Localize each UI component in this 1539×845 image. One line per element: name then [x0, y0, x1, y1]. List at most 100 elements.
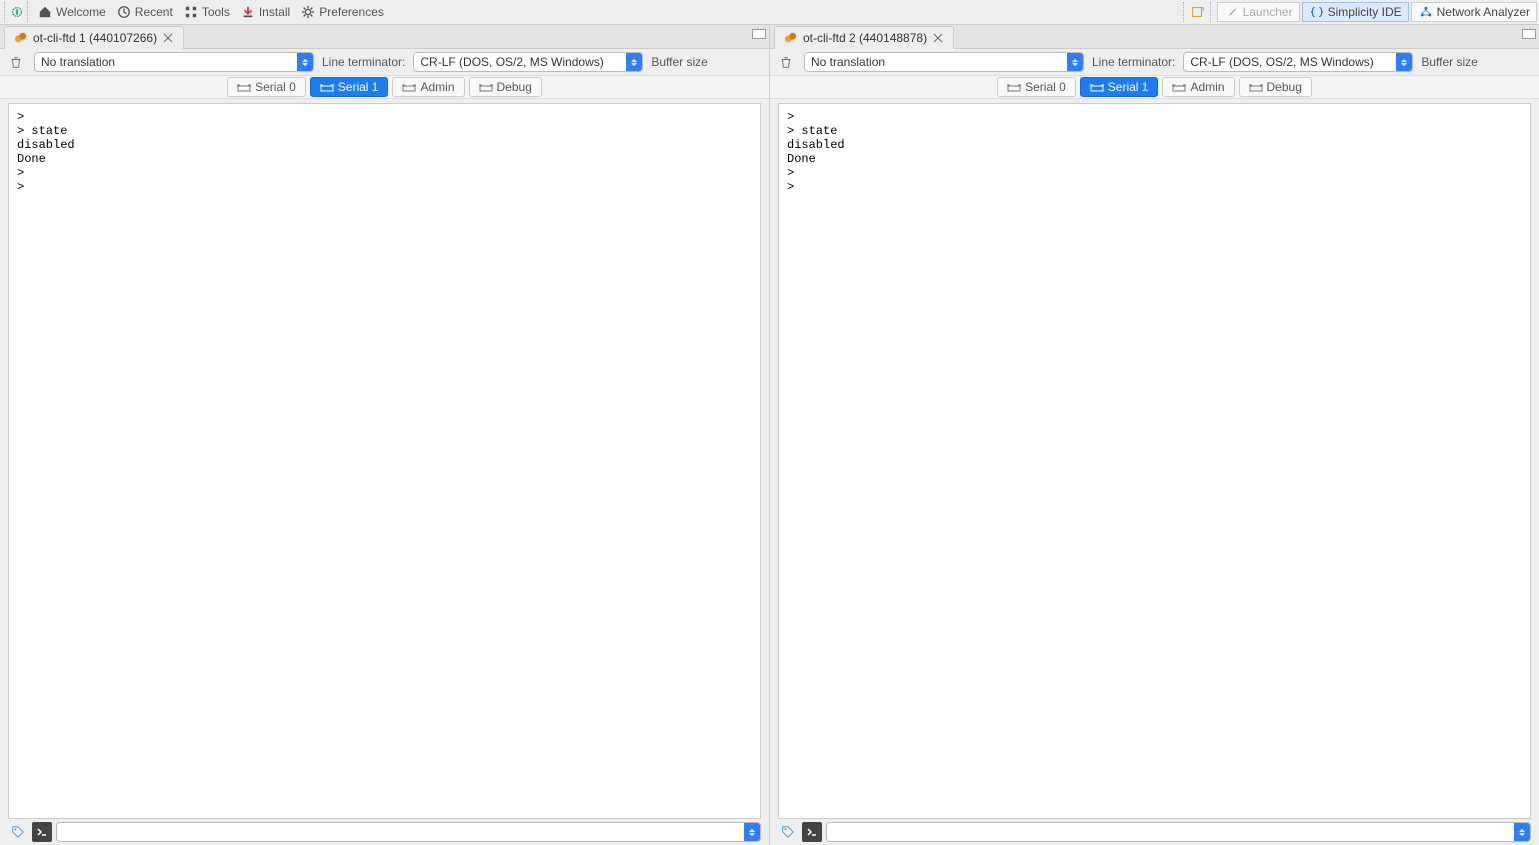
view-tab-bar: ot-cli-ftd 1 (440107266)	[0, 25, 769, 49]
command-input[interactable]	[826, 822, 1531, 842]
toolbar-separator	[4, 2, 7, 22]
options-row: No translation Line terminator: CR-LF (D…	[770, 49, 1539, 75]
tab-label: Serial 1	[1108, 80, 1149, 94]
launcher-perspective[interactable]: Launcher	[1217, 2, 1300, 22]
install-button[interactable]: Install	[235, 2, 295, 22]
tab-serial-0[interactable]: Serial 0	[997, 77, 1076, 97]
tab-label: Serial 0	[1025, 80, 1066, 94]
options-row: No translation Line terminator: CR-LF (D…	[0, 49, 769, 75]
tab-label: Admin	[420, 80, 454, 94]
terminal-button[interactable]	[32, 822, 52, 842]
toolbar-separator	[1183, 2, 1186, 22]
buffer-size-label: Buffer size	[1421, 55, 1477, 69]
serial-icon	[479, 82, 493, 92]
trash-icon	[9, 55, 23, 69]
tab-admin[interactable]: Admin	[392, 77, 464, 97]
line-terminator-value: CR-LF (DOS, OS/2, MS Windows)	[1184, 55, 1396, 69]
serial-icon	[1249, 82, 1263, 92]
line-terminator-select[interactable]: CR-LF (DOS, OS/2, MS Windows)	[1183, 52, 1413, 72]
trash-icon	[779, 55, 793, 69]
console-output[interactable]: > > state disabled Done > >	[8, 103, 761, 819]
serial-icon	[237, 82, 251, 92]
view-tab[interactable]: ot-cli-ftd 2 (440148878)	[774, 26, 954, 49]
translation-select[interactable]: No translation	[804, 52, 1084, 72]
network-analyzer-perspective[interactable]: Network Analyzer	[1411, 2, 1537, 22]
energy-icon[interactable]	[9, 4, 25, 20]
serial-icon	[1007, 82, 1021, 92]
console-output[interactable]: > > state disabled Done > >	[778, 103, 1531, 819]
translation-value: No translation	[805, 55, 1067, 69]
terminal-button[interactable]	[802, 822, 822, 842]
launcher-label: Launcher	[1243, 5, 1293, 19]
tools-button[interactable]: Tools	[178, 2, 235, 22]
tab-serial-1[interactable]: Serial 1	[1080, 77, 1159, 97]
clock-icon	[116, 4, 132, 20]
port-tabs: Serial 0 Serial 1 Admin Debug	[0, 75, 769, 99]
tag-icon	[11, 825, 25, 839]
console-icon	[783, 30, 799, 46]
chevron-updown-icon	[297, 53, 313, 71]
line-terminator-label: Line terminator:	[322, 55, 405, 69]
tab-debug[interactable]: Debug	[469, 77, 542, 97]
tab-serial-0[interactable]: Serial 0	[227, 77, 306, 97]
tag-button[interactable]	[8, 822, 28, 842]
welcome-button[interactable]: Welcome	[32, 2, 111, 22]
toolbar-separator	[1210, 2, 1213, 22]
preferences-button[interactable]: Preferences	[295, 2, 389, 22]
rocket-icon	[1224, 4, 1240, 20]
tab-serial-1[interactable]: Serial 1	[310, 77, 389, 97]
port-tabs: Serial 0 Serial 1 Admin Debug	[770, 75, 1539, 99]
chevron-updown-icon	[1067, 53, 1083, 71]
terminal-icon	[36, 827, 48, 837]
command-input[interactable]	[56, 822, 761, 842]
recent-label: Recent	[135, 5, 173, 19]
tab-label: Admin	[1190, 80, 1224, 94]
close-icon[interactable]	[931, 31, 945, 45]
simplicity-ide-perspective[interactable]: Simplicity IDE	[1302, 2, 1409, 22]
chevron-updown-icon	[1396, 53, 1412, 71]
trash-button[interactable]	[6, 52, 26, 72]
serial-icon	[1172, 82, 1186, 92]
gear-icon	[300, 4, 316, 20]
chevron-updown-icon	[626, 53, 642, 71]
chevron-updown-icon	[1514, 823, 1530, 841]
console-pane-right: ot-cli-ftd 2 (440148878) No translation …	[770, 25, 1539, 845]
tools-label: Tools	[202, 5, 230, 19]
preferences-label: Preferences	[319, 5, 384, 19]
trash-button[interactable]	[776, 52, 796, 72]
serial-icon	[402, 82, 416, 92]
install-label: Install	[259, 5, 290, 19]
line-terminator-select[interactable]: CR-LF (DOS, OS/2, MS Windows)	[413, 52, 643, 72]
view-tab-title: ot-cli-ftd 2 (440148878)	[803, 31, 927, 45]
download-icon	[240, 4, 256, 20]
recent-button[interactable]: Recent	[111, 2, 178, 22]
analyzer-label: Network Analyzer	[1437, 5, 1530, 19]
view-tab[interactable]: ot-cli-ftd 1 (440107266)	[4, 26, 184, 49]
tab-debug[interactable]: Debug	[1239, 77, 1312, 97]
tab-label: Debug	[1267, 80, 1302, 94]
tab-label: Serial 0	[255, 80, 296, 94]
view-tab-bar: ot-cli-ftd 2 (440148878)	[770, 25, 1539, 49]
tab-label: Debug	[497, 80, 532, 94]
command-input-row	[0, 821, 769, 845]
line-terminator-value: CR-LF (DOS, OS/2, MS Windows)	[414, 55, 626, 69]
minimize-view-icon[interactable]	[1522, 29, 1536, 39]
perspective-open-icon[interactable]	[1190, 4, 1206, 20]
line-terminator-label: Line terminator:	[1092, 55, 1175, 69]
braces-icon	[1309, 4, 1325, 20]
minimize-view-icon[interactable]	[752, 29, 766, 39]
serial-icon	[320, 82, 334, 92]
main-toolbar: Welcome Recent Tools Install Preferences…	[0, 0, 1539, 25]
serial-icon	[1090, 82, 1104, 92]
split-container: ot-cli-ftd 1 (440107266) No translation …	[0, 25, 1539, 845]
tab-label: Serial 1	[338, 80, 379, 94]
view-tab-title: ot-cli-ftd 1 (440107266)	[33, 31, 157, 45]
console-pane-left: ot-cli-ftd 1 (440107266) No translation …	[0, 25, 770, 845]
translation-select[interactable]: No translation	[34, 52, 314, 72]
toolbar-separator	[27, 2, 30, 22]
tab-admin[interactable]: Admin	[1162, 77, 1234, 97]
welcome-label: Welcome	[56, 5, 106, 19]
terminal-icon	[806, 827, 818, 837]
tag-button[interactable]	[778, 822, 798, 842]
close-icon[interactable]	[161, 31, 175, 45]
